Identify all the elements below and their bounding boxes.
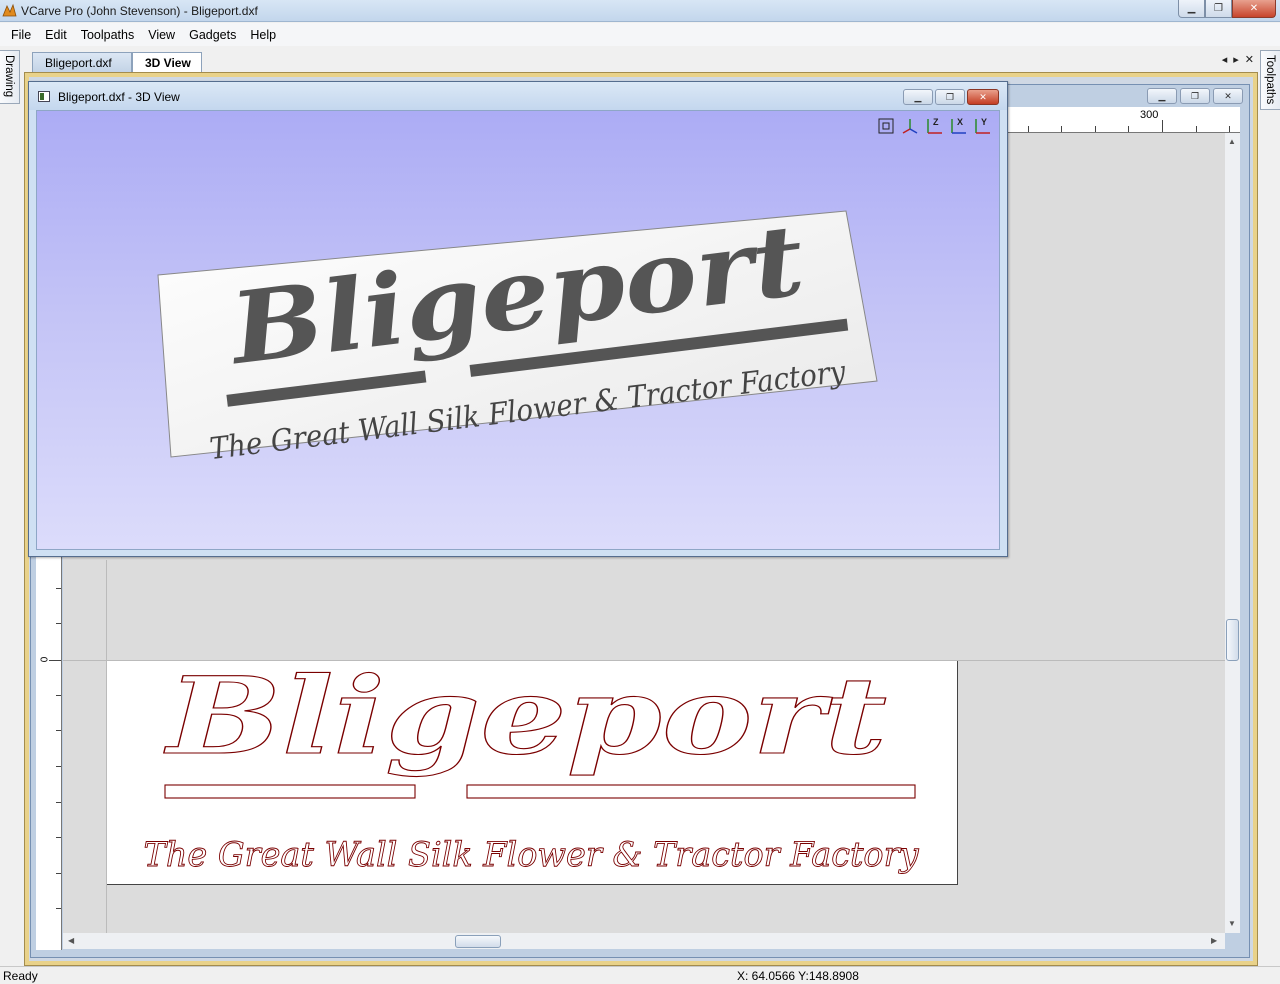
logo-outline[interactable]: Bligeport [163,652,888,778]
window-title: VCarve Pro (John Stevenson) - Bligeport.… [21,4,258,18]
scroll-down-icon[interactable]: ▼ [1228,919,1236,928]
menu-help[interactable]: Help [243,26,283,44]
menu-gadgets[interactable]: Gadgets [182,26,243,44]
tab-controls: ◂ ▸ ✕ [1222,53,1254,66]
vertical-scroll-thumb[interactable] [1226,619,1239,661]
drawing-side-tab[interactable]: Drawing [0,50,20,104]
3d-view-window: Bligeport.dxf - 3D View ▁ ❐ ✕ Bligeport … [28,81,1008,557]
close-button[interactable]: ✕ [1232,0,1276,18]
drawing-minimize-button[interactable]: ▁ [1147,88,1177,104]
scroll-up-icon[interactable]: ▲ [1228,137,1236,146]
tagline-outline[interactable]: The Great Wall Silk Flower & Tractor Fac… [143,835,920,876]
vertical-scrollbar[interactable]: ▲ ▼ [1225,133,1240,933]
scroll-right-icon[interactable]: ▶ [1211,936,1217,945]
3d-view-titlebar[interactable]: Bligeport.dxf - 3D View ▁ ❐ ✕ [29,82,1007,110]
iso-view-icon[interactable] [901,117,919,135]
vcarve-app-icon[interactable] [2,3,17,18]
drawing-maximize-button[interactable]: ❐ [1180,88,1210,104]
tab-3d-view[interactable]: 3D View [132,52,202,73]
window-controls: ▁ ❐ ✕ [1178,0,1276,18]
tab-scroll-right-icon[interactable]: ▸ [1233,53,1239,66]
left-ruler: 0 [36,556,62,950]
3d-view-window-controls: ▁ ❐ ✕ [903,89,999,105]
drawing-close-button[interactable]: ✕ [1213,88,1243,104]
minimize-button[interactable]: ▁ [1178,0,1205,18]
scroll-left-icon[interactable]: ◀ [68,936,74,945]
menu-file[interactable]: File [4,26,38,44]
top-ruler-label: 300 [1140,109,1159,121]
toolpaths-side-tab[interactable]: Toolpaths [1260,50,1280,110]
vector-artwork[interactable]: Bligeport The Great Wall Silk Flower & T… [107,652,958,885]
z-view-icon[interactable]: Z [925,117,943,135]
menu-edit[interactable]: Edit [38,26,74,44]
3d-viewport[interactable]: Bligeport The Great Wall Silk Flower & T… [36,110,1000,550]
y-view-label: Y [981,117,988,127]
3d-rendered-model[interactable]: Bligeport The Great Wall Silk Flower & T… [37,111,999,549]
horizontal-scroll-thumb[interactable] [455,935,501,948]
horizontal-scrollbar[interactable]: ◀ ▶ [63,933,1225,949]
3d-view-title: Bligeport.dxf - 3D View [58,90,180,104]
title-bar: VCarve Pro (John Stevenson) - Bligeport.… [0,0,1280,22]
3d-view-close-button[interactable]: ✕ [967,89,999,105]
document-tab-strip: Bligeport.dxf 3D View ◂ ▸ ✕ [24,50,1258,73]
tab-close-icon[interactable]: ✕ [1245,53,1254,66]
menu-toolpaths[interactable]: Toolpaths [74,26,142,44]
3d-view-maximize-button[interactable]: ❐ [935,89,965,105]
3d-view-minimize-button[interactable]: ▁ [903,89,933,105]
tab-scroll-left-icon[interactable]: ◂ [1222,53,1228,66]
tab-bligeport-dxf[interactable]: Bligeport.dxf [32,52,132,72]
3d-view-window-icon [38,91,50,102]
menu-view[interactable]: View [141,26,182,44]
zoom-extents-icon[interactable] [877,117,895,135]
x-view-icon[interactable]: X [949,117,967,135]
drawing-side-tab-label: Drawing [3,55,15,98]
status-ready: Ready [3,969,38,983]
status-bar: Ready X: 64.0566 Y:148.8908 [0,966,1280,984]
toolpaths-side-tab-label: Toolpaths [1264,55,1276,105]
z-view-label: Z [933,117,939,127]
underline-right-bar[interactable] [466,784,916,799]
view-toolbar: Z X Y [877,117,991,135]
menu-bar: File Edit Toolpaths View Gadgets Help [0,23,1280,46]
design-sheet[interactable]: Bligeport The Great Wall Silk Flower & T… [107,652,958,885]
underline-left-bar[interactable] [164,784,416,799]
top-ruler: 300 [1004,107,1240,133]
maximize-button[interactable]: ❐ [1205,0,1232,18]
x-view-label: X [957,117,964,127]
cursor-coordinates: X: 64.0566 Y:148.8908 [737,969,859,983]
y-view-icon[interactable]: Y [973,117,991,135]
drawing-window-controls: ▁ ❐ ✕ [1147,88,1243,104]
